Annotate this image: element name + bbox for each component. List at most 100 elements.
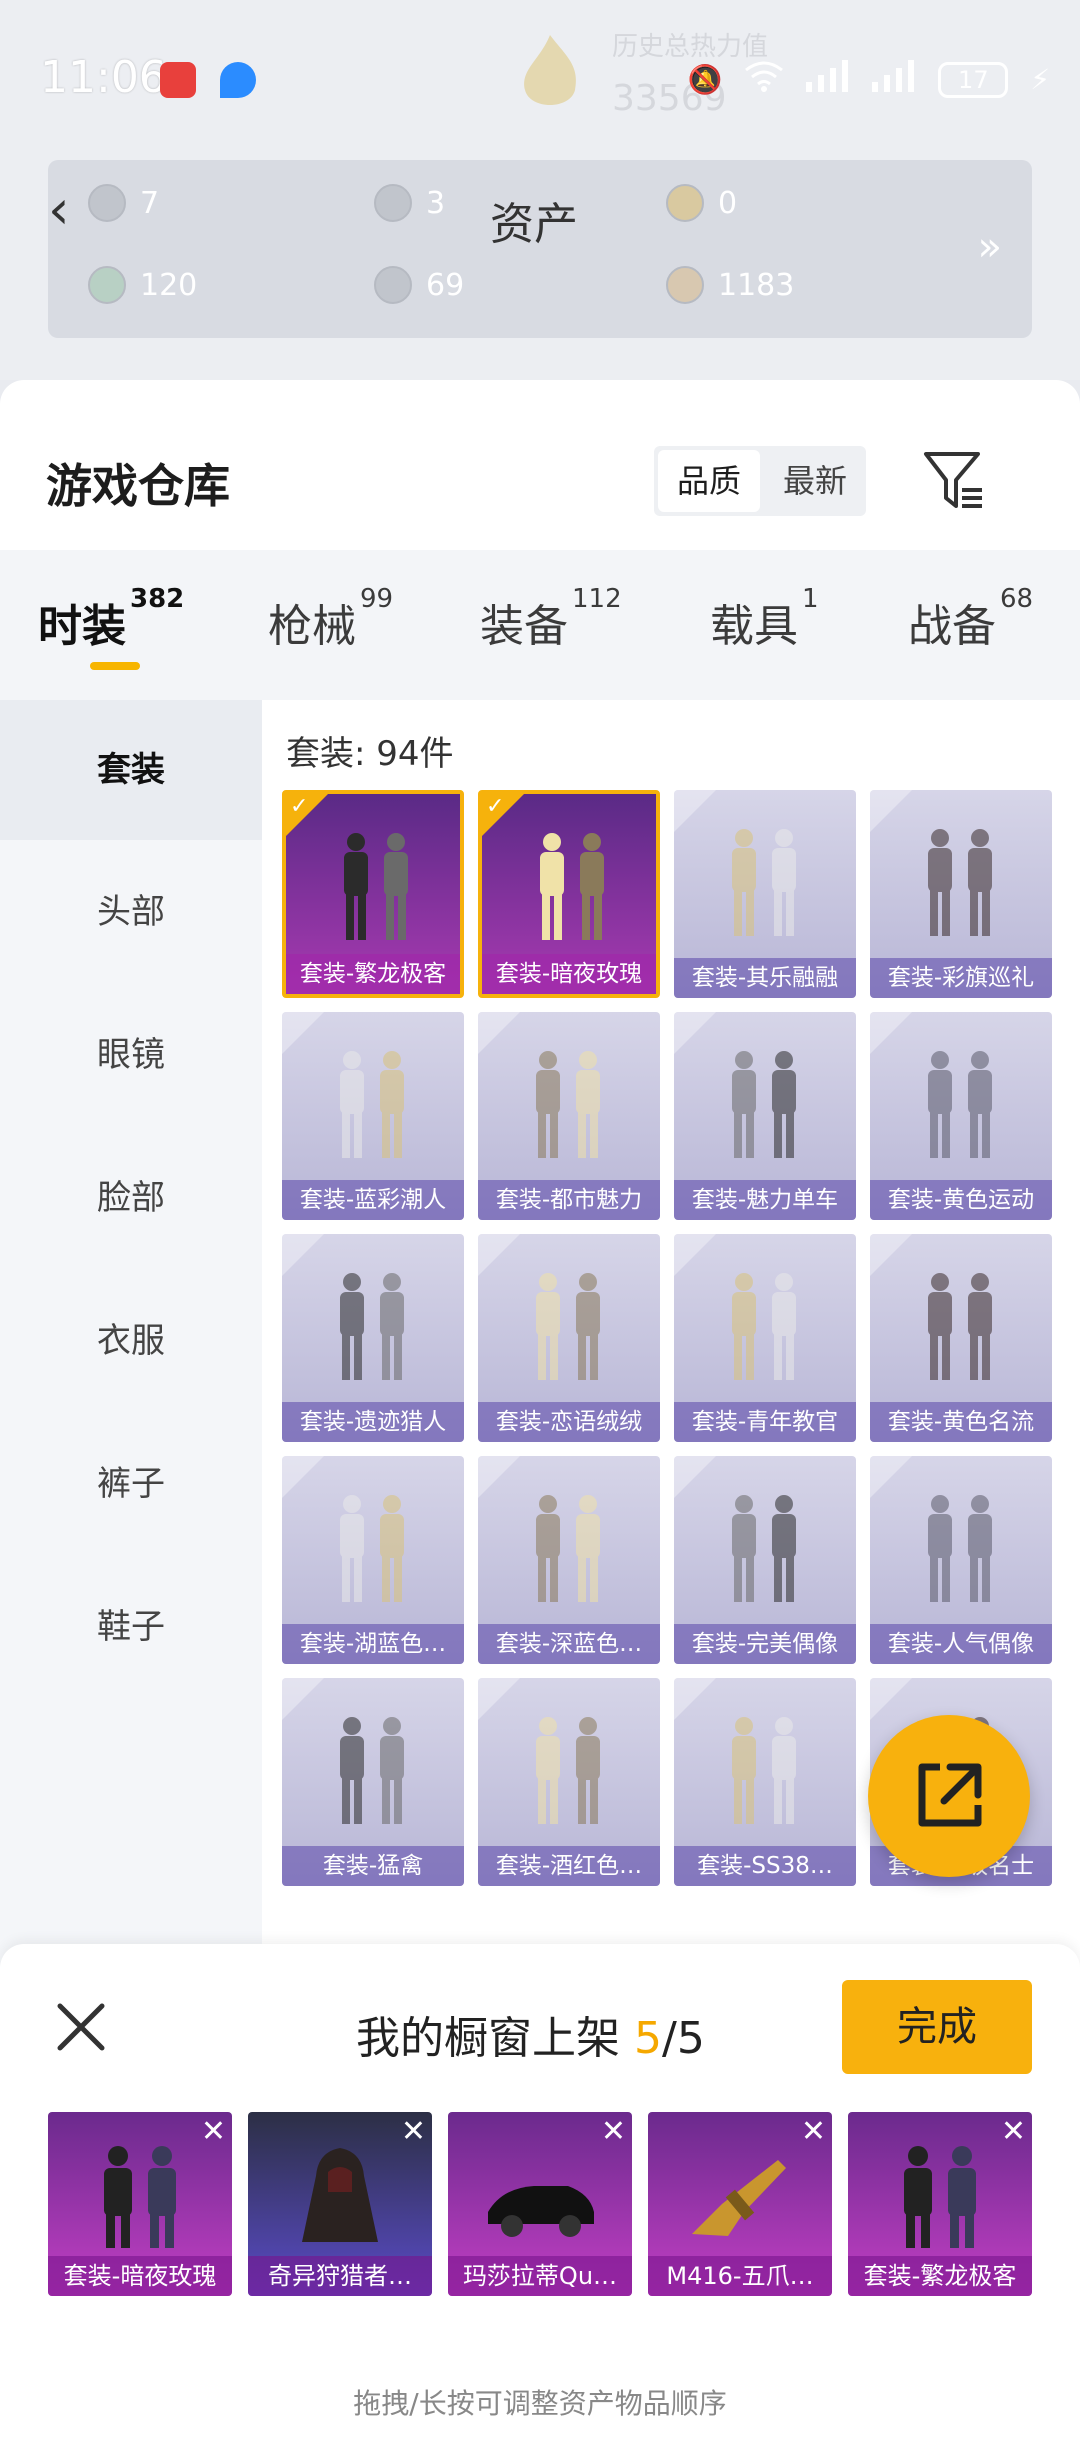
asset-title: 资产 [490, 199, 578, 250]
subcategory-glasses[interactable]: 眼镜 [0, 985, 262, 1125]
outfit-figure [928, 829, 992, 936]
item-card[interactable]: 套装-SS38… [674, 1678, 856, 1886]
outfit-figure [340, 1273, 404, 1380]
remove-icon[interactable]: ✕ [801, 2114, 826, 2149]
showcase-item-label: 奇异狩猎者… [248, 2256, 432, 2296]
tab-fashion[interactable]: 时装382 [38, 584, 184, 654]
subcategory-face[interactable]: 脸部 [0, 1128, 262, 1268]
item-label: 套装-遗迹猎人 [282, 1402, 464, 1442]
filter-icon[interactable] [922, 448, 986, 514]
sort-option-quality[interactable]: 品质 [658, 450, 760, 512]
select-corner [870, 1234, 912, 1276]
showcase-item-car[interactable]: ✕ 玛莎拉蒂Qu… [448, 2112, 632, 2296]
subcategory-head[interactable]: 头部 [0, 842, 262, 982]
outfit-figure [928, 1495, 992, 1602]
asset-item: 120 [88, 266, 197, 304]
select-corner [870, 1012, 912, 1054]
item-label: 套装-恋语绒绒 [478, 1402, 660, 1442]
check-icon: ✓ [290, 794, 309, 819]
item-label: 套装-都市魅力 [478, 1180, 660, 1220]
showcase-items: ✕ 套装-暗夜玫瑰 ✕ 奇异狩猎者… ✕ 玛莎拉蒂Qu… ✕ M416-五爪… ✕ 套装-繁龙极客 [48, 2112, 1032, 2302]
tab-equipment[interactable]: 装备112 [480, 584, 622, 654]
showcase-count-total: /5 [662, 2013, 705, 2064]
asset-item: 0 [666, 184, 737, 222]
background-asset-page: 11:06 历史总热力值 33569 🔕 17 ⚡ ‹ 资产 7 3 0 120… [0, 0, 1080, 380]
remove-icon[interactable]: ✕ [201, 2114, 226, 2149]
share-button[interactable] [868, 1715, 1030, 1877]
bronze-coin-icon [666, 266, 704, 304]
tab-vehicles[interactable]: 载具1 [710, 584, 819, 654]
signal-icon-2 [872, 60, 916, 99]
item-label: 套装-魅力单车 [674, 1180, 856, 1220]
showcase-item-rifle[interactable]: ✕ M416-五爪… [648, 2112, 832, 2296]
outfit-figure [732, 829, 796, 936]
select-corner [478, 1012, 520, 1054]
showcase-item-outfit[interactable]: ✕ 套装-暗夜玫瑰 [48, 2112, 232, 2296]
done-button[interactable]: 完成 [842, 1980, 1032, 2074]
item-card[interactable]: ✓ 套装-繁龙极客 [282, 790, 464, 998]
outfit-figure [540, 833, 604, 940]
outfit-figure [732, 1495, 796, 1602]
tab-weapons[interactable]: 枪械99 [268, 584, 393, 654]
item-card[interactable]: 套装-湖蓝色… [282, 1456, 464, 1664]
subcategory-clothes[interactable]: 衣服 [0, 1271, 262, 1411]
item-card[interactable]: 套装-都市魅力 [478, 1012, 660, 1220]
outfit-figure [732, 1051, 796, 1158]
item-label: 套装-湖蓝色… [282, 1624, 464, 1664]
item-image [488, 2186, 594, 2237]
category-tabs: 时装382 枪械99 装备112 载具1 战备68 [0, 550, 1080, 700]
select-corner [478, 1234, 520, 1276]
item-card[interactable]: 套装-完美偶像 [674, 1456, 856, 1664]
tab-supplies[interactable]: 战备68 [908, 584, 1033, 654]
item-label: 套装-酒红色… [478, 1846, 660, 1886]
subcategory-suit[interactable]: 套装 [0, 700, 262, 840]
more-icon[interactable]: » [978, 224, 1002, 270]
remove-icon[interactable]: ✕ [1001, 2114, 1026, 2149]
outfit-figure [536, 1273, 600, 1380]
showcase-title: 我的橱窗上架 5/5 [356, 2013, 705, 2064]
select-corner [870, 1456, 912, 1498]
item-label: 套装-繁龙极客 [286, 954, 460, 994]
item-image [904, 2146, 976, 2248]
select-corner [282, 1234, 324, 1276]
item-label: 套装-蓝彩潮人 [282, 1180, 464, 1220]
sort-option-newest[interactable]: 最新 [764, 446, 866, 516]
item-card[interactable]: 套装-黄色名流 [870, 1234, 1052, 1442]
item-label: 套装-彩旗巡礼 [870, 958, 1052, 998]
item-card[interactable]: 套装-深蓝色… [478, 1456, 660, 1664]
showcase-item-jacket[interactable]: ✕ 奇异狩猎者… [248, 2112, 432, 2296]
item-label: 套装-完美偶像 [674, 1624, 856, 1664]
item-card[interactable]: 套装-恋语绒绒 [478, 1234, 660, 1442]
huawei-app-icon [160, 62, 196, 98]
showcase-item-outfit[interactable]: ✕ 套装-繁龙极客 [848, 2112, 1032, 2296]
item-card[interactable]: 套装-蓝彩潮人 [282, 1012, 464, 1220]
item-card[interactable]: 套装-遗迹猎人 [282, 1234, 464, 1442]
coin-icon [374, 184, 412, 222]
subcategory-pants[interactable]: 裤子 [0, 1414, 262, 1554]
charging-icon: ⚡ [1030, 63, 1050, 96]
item-card[interactable]: 套装-黄色运动 [870, 1012, 1052, 1220]
item-label: 套装-SS38… [674, 1846, 856, 1886]
item-label: 套装-深蓝色… [478, 1624, 660, 1664]
item-card[interactable]: 套装-其乐融融 [674, 790, 856, 998]
showcase-item-label: M416-五爪… [648, 2256, 832, 2296]
outfit-figure [732, 1273, 796, 1380]
close-icon[interactable] [56, 2002, 106, 2052]
item-card[interactable]: 套装-魅力单车 [674, 1012, 856, 1220]
outfit-figure [340, 1051, 404, 1158]
item-card[interactable]: 套装-酒红色… [478, 1678, 660, 1886]
item-card[interactable]: 套装-猛禽 [282, 1678, 464, 1886]
gold-coin-icon [666, 184, 704, 222]
item-card[interactable]: 套装-彩旗巡礼 [870, 790, 1052, 998]
select-corner [282, 1678, 324, 1720]
subcategory-shoes[interactable]: 鞋子 [0, 1557, 262, 1697]
item-card[interactable]: 套装-人气偶像 [870, 1456, 1052, 1664]
status-bar: 11:06 历史总热力值 33569 🔕 17 ⚡ [0, 0, 1080, 160]
item-card[interactable]: 套装-青年教官 [674, 1234, 856, 1442]
remove-icon[interactable]: ✕ [601, 2114, 626, 2149]
select-corner [674, 1456, 716, 1498]
remove-icon[interactable]: ✕ [401, 2114, 426, 2149]
check-icon: ✓ [486, 794, 505, 819]
item-card[interactable]: ✓ 套装-暗夜玫瑰 [478, 790, 660, 998]
outfit-figure [340, 1717, 404, 1824]
